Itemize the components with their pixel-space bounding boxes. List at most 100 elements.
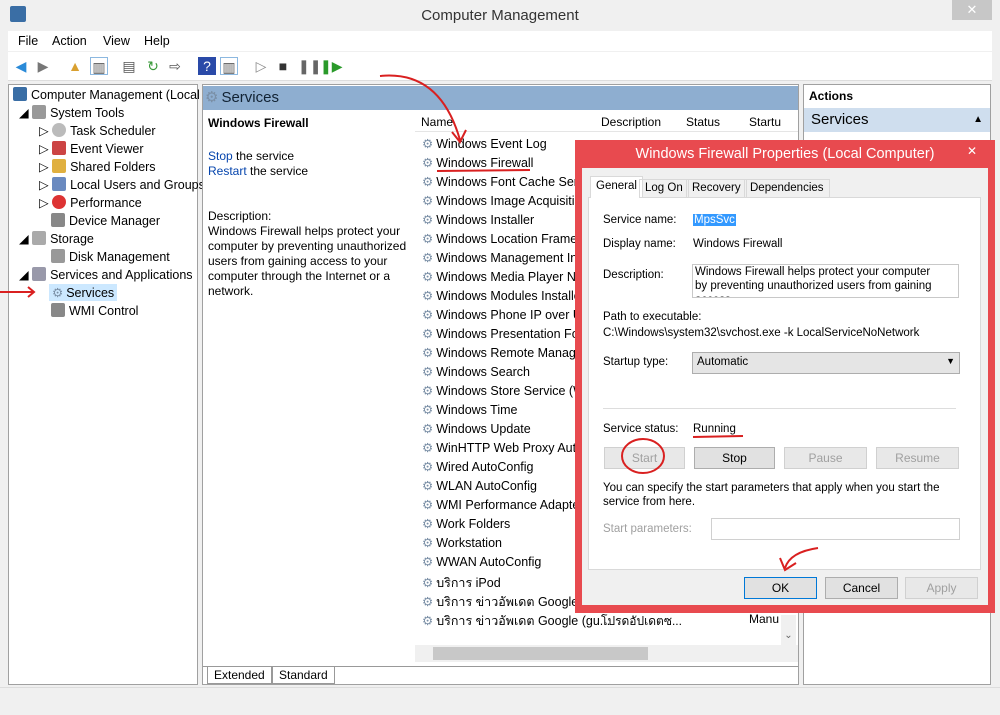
service-row[interactable]: ⚙ Windows Firewall	[422, 155, 533, 170]
service-row[interactable]: ⚙ Windows Update	[422, 421, 531, 436]
close-button[interactable]: ✕	[952, 0, 992, 20]
up-folder-icon[interactable]: ▲	[66, 57, 84, 75]
service-row[interactable]: ⚙ Windows Media Player Ne	[422, 269, 583, 284]
horizontal-scrollbar[interactable]	[415, 645, 798, 662]
service-row[interactable]: ⚙ Windows Installer	[422, 212, 534, 227]
tree-services[interactable]: ⚙ Services	[49, 284, 118, 301]
services-header-title: ⚙ Services	[205, 88, 279, 106]
restart-service-icon[interactable]: ❚▶	[320, 57, 343, 75]
service-row[interactable]: ⚙ Windows Phone IP over U	[422, 307, 582, 322]
service-name-value[interactable]: MpsSvc	[693, 214, 736, 226]
description-textbox[interactable]: Windows Firewall helps protect your comp…	[692, 264, 959, 298]
tree-label: System Tools	[50, 106, 125, 120]
service-row[interactable]: ⚙ Windows Store Service (W	[422, 383, 585, 398]
tab-general[interactable]: General	[590, 176, 643, 198]
service-row[interactable]: ⚙ WMI Performance Adapte	[422, 497, 579, 512]
service-row[interactable]: ⚙ บริการ iPod	[422, 573, 501, 593]
properties-icon[interactable]: ▤	[120, 57, 138, 75]
service-name: Windows Media Player Ne	[436, 270, 583, 284]
start-button[interactable]: Start	[604, 447, 685, 469]
forward-icon[interactable]: ▶	[34, 57, 52, 75]
tree-system-tools[interactable]: ◢ System Tools	[19, 105, 124, 120]
menu-action[interactable]: Action	[52, 34, 87, 48]
service-row[interactable]: ⚙ WinHTTP Web Proxy Auto	[422, 440, 583, 455]
export-icon[interactable]: ⇨	[166, 57, 184, 75]
actions-header: Actions	[809, 89, 854, 103]
scroll-thumb[interactable]	[433, 647, 648, 660]
tree-disk-management[interactable]: Disk Management	[51, 249, 170, 264]
menu-file[interactable]: File	[18, 34, 38, 48]
pause-button[interactable]: Pause	[784, 447, 867, 469]
description-label: Description:	[208, 209, 272, 223]
apply-button[interactable]: Apply	[905, 577, 978, 599]
tree-root[interactable]: Computer Management (Local	[13, 87, 200, 102]
refresh-icon[interactable]: ↻	[144, 57, 162, 75]
service-row[interactable]: ⚙ Wired AutoConfig	[422, 459, 534, 474]
dialog-close-button[interactable]: ✕	[956, 141, 988, 161]
tree-device-manager[interactable]: Device Manager	[51, 213, 160, 228]
tree-task-scheduler[interactable]: ▷ Task Scheduler	[39, 123, 156, 138]
column-status[interactable]: Status	[686, 115, 720, 129]
tree-label: Disk Management	[69, 250, 170, 264]
tree-storage[interactable]: ◢ Storage	[19, 231, 94, 246]
service-name: WLAN AutoConfig	[436, 479, 537, 493]
service-row[interactable]: ⚙ WWAN AutoConfig	[422, 554, 541, 569]
startup-type-select[interactable]: Automatic ▼	[692, 352, 960, 374]
tree-local-users[interactable]: ▷ Local Users and Groups	[39, 177, 205, 192]
tab-dependencies[interactable]: Dependencies	[744, 179, 830, 198]
tree-wmi-control[interactable]: WMI Control	[51, 303, 138, 318]
service-row[interactable]: ⚙ Windows Search	[422, 364, 530, 379]
tree-services-apps[interactable]: ◢ Services and Applications	[19, 267, 193, 282]
column-name[interactable]: Name	[421, 115, 453, 129]
cancel-button[interactable]: Cancel	[825, 577, 898, 599]
chevron-down-icon: ▼	[946, 356, 955, 366]
show-hide-tree-icon[interactable]: ▥	[90, 57, 108, 75]
stop-service-link[interactable]: Stop	[208, 149, 233, 163]
gear-icon: ⚙	[422, 137, 434, 151]
service-row[interactable]: ⚙ Windows Management In	[422, 250, 577, 265]
stop-button[interactable]: Stop	[694, 447, 775, 469]
service-name: Windows Firewall	[436, 156, 534, 170]
service-row[interactable]: ⚙ บริการ ข่าวอัพเดต Google (gu...	[422, 611, 610, 631]
service-row[interactable]: ⚙ Windows Modules Installe	[422, 288, 581, 303]
resume-button[interactable]: Resume	[876, 447, 959, 469]
tree-shared-folders[interactable]: ▷ Shared Folders	[39, 159, 156, 174]
restart-service-link[interactable]: Restart	[208, 164, 247, 178]
service-row[interactable]: ⚙ Workstation	[422, 535, 502, 550]
service-row[interactable]: ⚙ Windows Presentation Fou	[422, 326, 586, 341]
column-startup[interactable]: Startu	[749, 115, 781, 129]
tab-log-on[interactable]: Log On	[639, 179, 689, 198]
start-params-input[interactable]	[711, 518, 960, 540]
service-row[interactable]: ⚙ Windows Image Acquisitio	[422, 193, 581, 208]
tree-event-viewer[interactable]: ▷ Event Viewer	[39, 141, 144, 156]
pause-service-icon[interactable]: ❚❚	[298, 57, 321, 75]
service-row[interactable]: ⚙ บริการ ข่าวอัพเดต Google (gu	[422, 592, 600, 612]
menu-help[interactable]: Help	[144, 34, 170, 48]
service-row[interactable]: ⚙ Windows Font Cache Serv	[422, 174, 584, 189]
service-row[interactable]: ⚙ Windows Location Framew	[422, 231, 586, 246]
tab-standard[interactable]: Standard	[272, 667, 335, 684]
service-row[interactable]: ⚙ Windows Remote Manage	[422, 345, 583, 360]
gear-icon: ⚙	[422, 213, 434, 227]
help-icon[interactable]: ?	[198, 57, 216, 75]
event-viewer-icon	[52, 141, 67, 155]
service-row[interactable]: ⚙ Windows Event Log	[422, 136, 547, 151]
vertical-scrollbar[interactable]: ⌄	[781, 615, 796, 645]
tree-label: Device Manager	[69, 214, 161, 228]
service-name: Wired AutoConfig	[436, 460, 534, 474]
back-icon[interactable]: ◀	[12, 57, 30, 75]
start-service-icon[interactable]: ▷	[252, 57, 270, 75]
service-row[interactable]: ⚙ Work Folders	[422, 516, 510, 531]
tab-extended[interactable]: Extended	[207, 667, 272, 684]
stop-service-icon[interactable]: ■	[274, 57, 292, 75]
menu-view[interactable]: View	[103, 34, 130, 48]
ok-button[interactable]: OK	[744, 577, 817, 599]
gear-icon: ⚙	[422, 270, 434, 284]
column-description[interactable]: Description	[601, 115, 661, 129]
service-row[interactable]: ⚙ Windows Time	[422, 402, 518, 417]
actions-services-section[interactable]: Services ▲	[804, 108, 990, 132]
action-pane-icon[interactable]: ▥	[220, 57, 238, 75]
tab-recovery[interactable]: Recovery	[686, 179, 747, 198]
service-row[interactable]: ⚙ WLAN AutoConfig	[422, 478, 537, 493]
tree-performance[interactable]: ▷ Performance	[39, 195, 142, 210]
